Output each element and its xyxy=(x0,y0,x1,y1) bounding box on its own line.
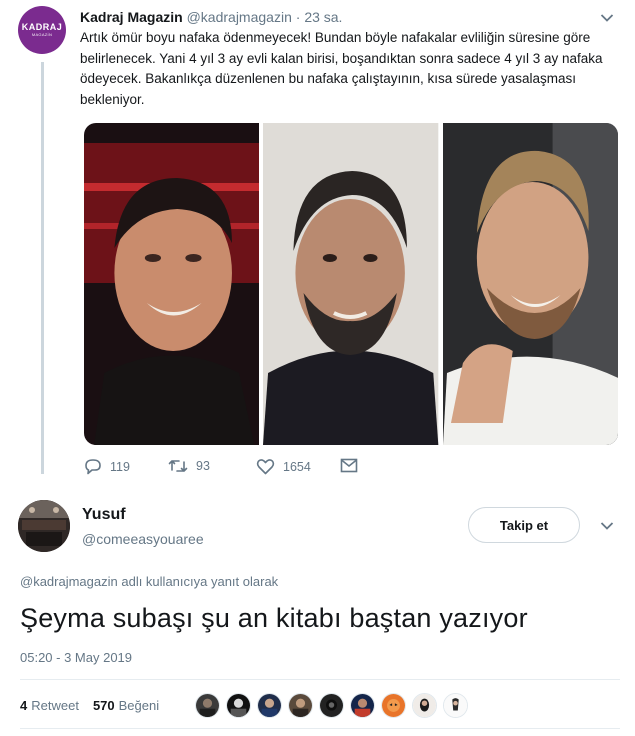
like-action[interactable]: 1654 xyxy=(256,458,311,475)
liker-avatar[interactable] xyxy=(195,693,220,718)
reply-menu-chevron-icon[interactable] xyxy=(600,521,614,531)
liker-avatar[interactable] xyxy=(288,693,313,718)
liker-avatars xyxy=(195,693,474,718)
liker-avatar[interactable] xyxy=(319,693,344,718)
tweet-photo-1[interactable] xyxy=(84,123,260,445)
avatar-logo-text: KADRAJ xyxy=(21,22,63,32)
reply-context: @kadrajmagazin adlı kullanıcıya yanıt ol… xyxy=(20,574,278,590)
retweet-stat[interactable]: 4 Retweet xyxy=(20,697,79,715)
retweet-stat-count: 4 xyxy=(20,698,28,713)
reply-to-suffix: adlı kullanıcıya yanıt olarak xyxy=(117,574,279,589)
author-handle[interactable]: @kadrajmagazin xyxy=(187,9,292,25)
reply-action[interactable]: 119 xyxy=(84,458,130,475)
divider xyxy=(20,679,620,680)
tweet-photo-3[interactable] xyxy=(442,123,618,445)
reply-stats: 4 Retweet 570 Beğeni xyxy=(20,697,173,715)
separator-dot: · xyxy=(295,9,301,25)
liker-avatar[interactable] xyxy=(381,693,406,718)
liker-avatar[interactable] xyxy=(412,693,437,718)
like-stat-count: 570 xyxy=(92,698,115,713)
tweet-media-grid xyxy=(84,123,618,445)
mail-icon xyxy=(340,458,366,473)
reply-text: Şeyma subaşı şu an kitabı baştan yazıyor xyxy=(20,603,528,633)
heart-icon xyxy=(256,458,283,475)
liker-avatar[interactable] xyxy=(257,693,282,718)
liker-avatar[interactable] xyxy=(443,693,468,718)
follow-button[interactable]: Takip et xyxy=(468,507,580,543)
reply-author-avatar[interactable] xyxy=(18,500,70,552)
avatar-logo-subtext: MAGAZİN xyxy=(31,32,53,37)
tweet-header: Kadraj Magazin @kadrajmagazin · 23 sa. xyxy=(80,8,342,26)
tweet-menu-chevron-icon[interactable] xyxy=(600,13,614,23)
like-stat[interactable]: 570 Beğeni xyxy=(93,697,159,715)
message-action[interactable] xyxy=(340,458,366,473)
liker-avatar[interactable] xyxy=(350,693,375,718)
reply-to-mention[interactable]: @kadrajmagazin xyxy=(20,574,118,589)
reply-author-name[interactable]: Yusuf xyxy=(82,505,126,525)
thread-line xyxy=(41,62,44,474)
retweet-count: 93 xyxy=(196,459,210,473)
reply-count: 119 xyxy=(110,459,130,474)
like-stat-label: Beğeni xyxy=(118,698,160,713)
tweet-text: Artık ömür boyu nafaka ödenmeyecek! Bund… xyxy=(80,30,603,107)
kadraj-avatar[interactable]: KADRAJ MAGAZİN xyxy=(18,6,66,54)
author-name[interactable]: Kadraj Magazin xyxy=(80,9,183,25)
retweet-stat-label: Retweet xyxy=(31,698,79,713)
reply-timestamp[interactable]: 05:20 - 3 May 2019 xyxy=(20,650,132,666)
reply-author-handle[interactable]: @comeeasyouaree xyxy=(82,530,204,548)
retweet-icon xyxy=(168,458,196,474)
like-count: 1654 xyxy=(283,459,311,474)
tweet-time[interactable]: 23 sa. xyxy=(304,9,342,25)
reply-icon xyxy=(84,458,110,475)
bottom-divider xyxy=(20,728,620,729)
retweet-action[interactable]: 93 xyxy=(168,458,210,474)
tweet-photo-2[interactable] xyxy=(263,123,439,445)
liker-avatar[interactable] xyxy=(226,693,251,718)
